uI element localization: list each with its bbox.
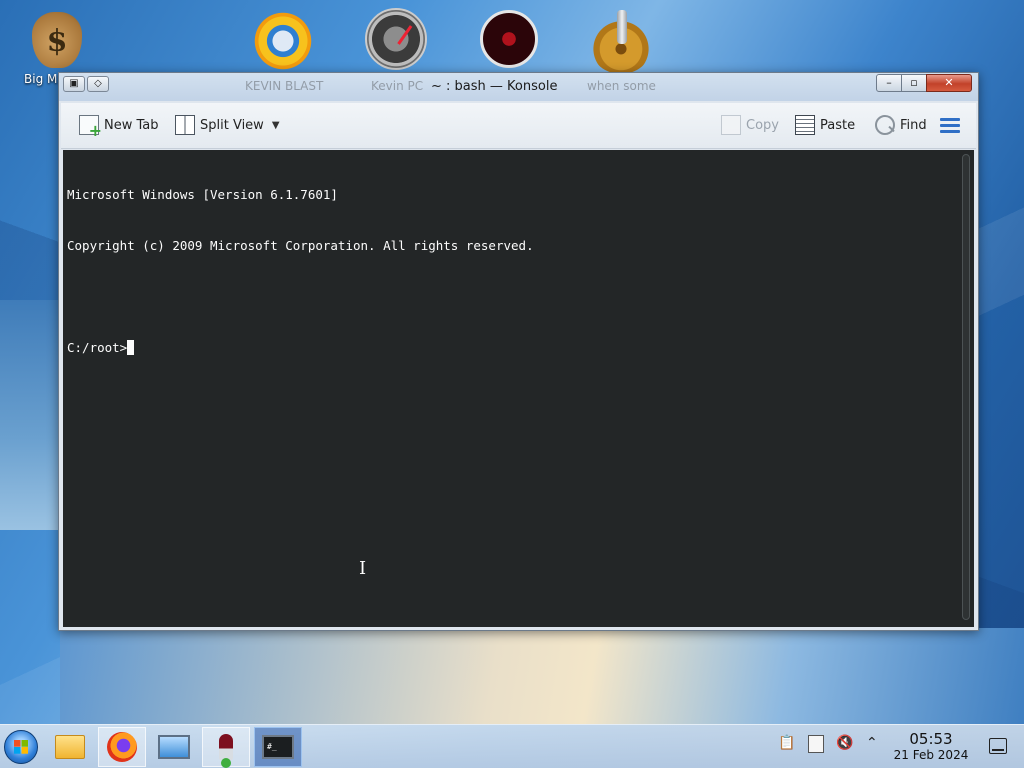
clipboard-tray-icon[interactable]: 📋 (778, 735, 795, 751)
start-menu-button[interactable] (4, 730, 38, 764)
money-bag-icon: $ (32, 12, 82, 68)
keep-above-icon[interactable]: ◇ (87, 76, 109, 92)
konsole-toolbar: New Tab Split View ▼ Copy Paste Find (61, 103, 976, 149)
close-button[interactable]: ✕ (926, 74, 972, 92)
new-tab-icon (79, 115, 102, 140)
wallpaper-shape (60, 628, 1024, 724)
minimize-button[interactable]: – (876, 74, 902, 92)
chevron-up-icon[interactable]: ⌃ (866, 735, 878, 751)
desktop-icon-red-disc[interactable] (464, 8, 554, 68)
terminal-prompt-line: C:/root> (67, 339, 970, 356)
copy-button[interactable]: Copy (721, 115, 779, 135)
taskbar-firefox[interactable] (98, 727, 146, 767)
terminal-line: Microsoft Windows [Version 6.1.7601] (67, 187, 338, 202)
window-menu-icon[interactable]: ▣ (63, 76, 85, 92)
paste-button[interactable]: Paste (795, 115, 855, 135)
folder-icon (55, 735, 85, 759)
new-tab-label: New Tab (104, 117, 159, 133)
window-title: ~ : bash — Konsole (431, 79, 558, 94)
chevron-down-icon[interactable]: ▼ (272, 120, 280, 131)
split-view-icon (175, 115, 195, 135)
new-tab-button[interactable]: New Tab (79, 115, 159, 140)
clock-time: 05:53 (909, 730, 953, 748)
copy-icon (721, 115, 741, 135)
notes-tray-icon[interactable] (808, 735, 824, 753)
red-disc-icon (480, 10, 538, 68)
terminal-prompt: C:/root> (67, 340, 128, 355)
taskbar-wine[interactable] (202, 727, 250, 768)
terminal-line: Copyright (c) 2009 Microsoft Corporation… (67, 238, 534, 253)
firefox-icon (107, 732, 137, 762)
desktop-icon-kevin-pc[interactable] (351, 8, 441, 70)
ghost-label: Kevin PC (371, 79, 424, 93)
ghost-label: KEVIN BLAST (245, 79, 324, 93)
window-controls: – ▫ ✕ (876, 74, 972, 92)
desktop-icon-kevin-blast[interactable] (238, 8, 328, 74)
speedometer-icon (365, 8, 427, 70)
konsole-window: ▣ ◇ KEVIN BLAST Kevin PC when some ~ : b… (58, 72, 979, 631)
taskbar-file-manager[interactable] (46, 727, 94, 767)
vertical-scrollbar[interactable] (962, 154, 970, 620)
hamburger-menu-icon[interactable] (940, 118, 960, 134)
taskbar-system-monitor[interactable] (150, 727, 198, 767)
gear-icon (588, 8, 654, 74)
window-titlebar[interactable]: ▣ ◇ KEVIN BLAST Kevin PC when some ~ : b… (59, 73, 978, 101)
taskbar: #_ 📋 🔇 ⌃ 05:53 21 Feb 2024 (0, 724, 1024, 768)
sun-icon (250, 8, 316, 74)
terminal-icon: #_ (262, 735, 294, 759)
volume-muted-icon[interactable]: 🔇 (836, 735, 853, 751)
monitor-icon (158, 735, 190, 759)
wine-glass-icon (219, 734, 233, 768)
split-view-label: Split View (200, 117, 264, 133)
clock-date: 21 Feb 2024 (893, 748, 969, 762)
maximize-button[interactable]: ▫ (901, 74, 927, 92)
text-cursor (127, 340, 135, 355)
paste-icon (795, 115, 815, 135)
find-label: Find (900, 117, 927, 133)
find-button[interactable]: Find (875, 115, 927, 135)
clock[interactable]: 05:53 21 Feb 2024 (886, 730, 976, 762)
search-icon (875, 115, 895, 135)
copy-label: Copy (746, 117, 779, 133)
terminal-output[interactable]: Microsoft Windows [Version 6.1.7601] Cop… (63, 150, 974, 627)
paste-label: Paste (820, 117, 856, 133)
taskbar-konsole[interactable]: #_ (254, 727, 302, 767)
desktop-icon-when-some[interactable] (576, 8, 666, 74)
show-desktop-icon[interactable] (989, 738, 1007, 754)
ghost-label: when some (587, 79, 656, 93)
ibeam-cursor-icon: I (359, 558, 367, 579)
split-view-button[interactable]: Split View ▼ (175, 115, 280, 135)
